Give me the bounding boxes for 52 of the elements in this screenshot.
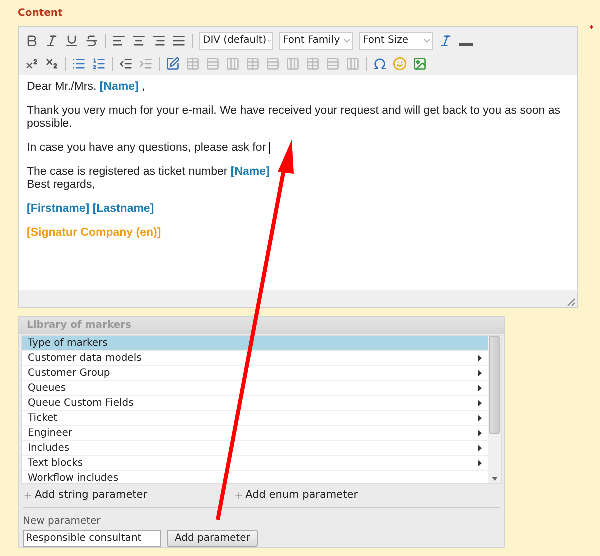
marker-list-item[interactable]: Text blocks <box>22 456 488 472</box>
marker-list-item[interactable]: Queue Custom Fields <box>22 396 488 412</box>
marker-list-item[interactable]: Customer Group <box>22 366 488 382</box>
indent-icon[interactable] <box>139 56 153 70</box>
new-parameter-input[interactable]: Responsible consultant <box>23 530 161 547</box>
plus-icon <box>23 490 33 501</box>
editor-paragraph: [Firstname] [Lastname] <box>27 202 156 216</box>
text-color-icon[interactable] <box>439 34 453 48</box>
add-parameter-link[interactable]: Add string parameter <box>23 488 148 504</box>
add-parameter-link[interactable]: Add enum parameter <box>234 488 358 504</box>
panel-title: Library of markers <box>27 318 132 333</box>
editor-paragraph: Thank you very much for your e-mail. We have received your request and will get back to you as soon as possible. <box>27 104 562 130</box>
italic-icon[interactable] <box>45 34 59 48</box>
marker-list-item[interactable]: Ticket <box>22 411 488 426</box>
marker-list-item[interactable]: Includes <box>22 441 488 456</box>
new-parameter-label: New parameter <box>23 514 102 529</box>
required-mark: * <box>590 24 594 37</box>
strikethrough-icon[interactable] <box>85 34 99 48</box>
editor-paragraph: In case you have any questions, please ask for <box>27 142 569 155</box>
marker-list-item[interactable]: Customer data models <box>22 351 488 366</box>
align-right-icon[interactable] <box>152 34 166 48</box>
edit-table-icon[interactable] <box>166 56 180 70</box>
format-dropdown[interactable]: DIV (default) <box>199 32 273 50</box>
underline-icon[interactable] <box>65 34 79 48</box>
editor-paragraph: [Signatur Company (en)] <box>27 226 162 240</box>
bullet-list-icon[interactable] <box>72 56 86 70</box>
superscript-icon[interactable] <box>25 56 39 70</box>
editor-area[interactable] <box>19 74 577 290</box>
editor-paragraph: The case is registered as ticket number [Name] Best regards, <box>27 166 271 192</box>
scroll-down-icon[interactable] <box>492 476 498 481</box>
marker-list-item[interactable]: Engineer <box>22 426 488 442</box>
marker-list-item[interactable]: Queues <box>22 381 488 396</box>
numbered-list-icon[interactable] <box>92 56 106 70</box>
add-parameter-button[interactable]: Add parameter <box>167 530 258 547</box>
align-left-icon[interactable] <box>112 34 126 48</box>
marker-list-item[interactable]: Type of markers <box>22 336 488 352</box>
bold-icon[interactable] <box>25 34 39 48</box>
background-color-icon[interactable] <box>459 43 473 46</box>
omega-icon[interactable] <box>373 56 387 70</box>
text-cursor <box>269 142 270 154</box>
section-label: Content <box>18 7 63 21</box>
outdent-icon[interactable] <box>119 56 133 70</box>
align-justify-icon[interactable] <box>172 34 186 48</box>
plus-icon <box>234 490 244 501</box>
resize-handle-icon[interactable] <box>567 298 575 306</box>
editor-paragraph: Dear Mr./Mrs. [Name] , <box>27 80 146 94</box>
image-icon[interactable] <box>413 56 427 70</box>
format-dropdown[interactable]: Font Size <box>359 32 433 50</box>
scrollbar[interactable] <box>488 336 501 483</box>
align-center-icon[interactable] <box>132 34 146 48</box>
format-dropdown[interactable]: Font Family <box>279 32 353 50</box>
subscript-icon[interactable] <box>45 56 59 70</box>
